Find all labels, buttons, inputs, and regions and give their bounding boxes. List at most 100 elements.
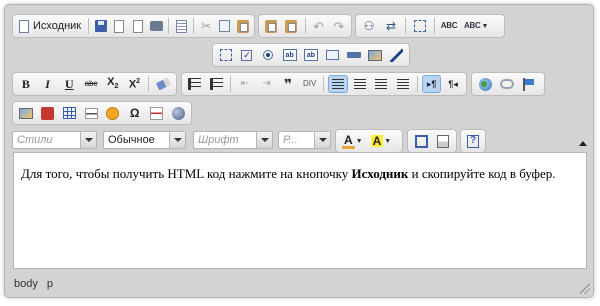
save-button[interactable] bbox=[93, 17, 109, 35]
maximize-button[interactable] bbox=[411, 132, 431, 150]
strike-button[interactable]: abc bbox=[81, 75, 101, 93]
new-page-button[interactable] bbox=[111, 17, 127, 35]
page-break-button[interactable] bbox=[147, 104, 167, 122]
italic-button[interactable]: I bbox=[38, 75, 58, 93]
unlink-button[interactable] bbox=[497, 75, 517, 93]
dropdown-arrow-icon: ▼ bbox=[355, 137, 363, 145]
page-break-icon bbox=[149, 106, 163, 120]
redo-button[interactable]: ↷ bbox=[330, 17, 348, 35]
table-button[interactable] bbox=[60, 104, 80, 122]
text-color-button[interactable]: A ▼ bbox=[339, 132, 366, 150]
separator bbox=[405, 18, 406, 34]
horizontal-rule-button[interactable] bbox=[81, 104, 101, 122]
blockquote-button[interactable]: ❞ bbox=[278, 75, 298, 93]
align-center-button[interactable] bbox=[350, 75, 370, 93]
about-button[interactable]: ? bbox=[464, 132, 482, 150]
path-item-p[interactable]: p bbox=[47, 278, 53, 290]
create-div-icon: DIV bbox=[302, 79, 317, 88]
paste-text-button[interactable] bbox=[262, 17, 280, 35]
undo-button[interactable]: ↶ bbox=[309, 17, 327, 35]
font-combo[interactable]: Шрифт bbox=[193, 131, 273, 149]
align-left-icon bbox=[332, 78, 345, 90]
create-div-button[interactable]: DIV bbox=[300, 75, 320, 93]
textfield-button[interactable]: ab bbox=[280, 46, 299, 64]
anchor-button[interactable] bbox=[519, 75, 539, 93]
remove-format-button[interactable] bbox=[153, 75, 173, 93]
rtl-button[interactable]: ¶◂ bbox=[443, 75, 463, 93]
cut-button[interactable]: ✂ bbox=[198, 17, 214, 35]
bold-button[interactable]: B bbox=[16, 75, 36, 93]
preview-button[interactable] bbox=[130, 17, 146, 35]
table-icon bbox=[62, 107, 76, 119]
numbered-list-button[interactable] bbox=[185, 75, 205, 93]
styles-combo[interactable]: Стили bbox=[12, 131, 97, 149]
subscript-button[interactable]: X2 bbox=[103, 75, 123, 93]
radio-button[interactable] bbox=[259, 46, 278, 64]
bulleted-list-button[interactable] bbox=[207, 75, 227, 93]
separator bbox=[434, 18, 435, 34]
align-right-icon bbox=[375, 78, 388, 90]
chevron-down-icon[interactable] bbox=[314, 132, 330, 148]
indent-button[interactable]: ⇥ bbox=[257, 75, 277, 93]
spellcheck-button[interactable]: ABC bbox=[439, 17, 459, 35]
spellcheck-as-you-type-button[interactable]: ABC ▼ bbox=[461, 17, 491, 35]
textarea-button[interactable]: ab bbox=[301, 46, 320, 64]
link-button[interactable] bbox=[475, 75, 495, 93]
content-text-bold: Исходник bbox=[351, 166, 409, 181]
rtl-icon: ¶◂ bbox=[448, 78, 458, 89]
templates-icon bbox=[175, 19, 187, 33]
image-button[interactable] bbox=[16, 104, 36, 122]
paste-icon bbox=[236, 19, 249, 33]
underline-button[interactable]: U bbox=[59, 75, 79, 93]
align-justify-button[interactable] bbox=[393, 75, 413, 93]
separator bbox=[416, 76, 418, 92]
collapse-toolbar-icon[interactable] bbox=[579, 141, 587, 146]
smiley-button[interactable] bbox=[103, 104, 123, 122]
help-group: ? bbox=[460, 129, 486, 153]
align-right-button[interactable] bbox=[372, 75, 392, 93]
find-button[interactable]: ⚇ bbox=[359, 17, 379, 35]
form-button[interactable] bbox=[216, 46, 235, 64]
element-path-bar: body p bbox=[5, 273, 593, 295]
ltr-icon: ▸¶ bbox=[426, 78, 437, 89]
flash-button[interactable] bbox=[38, 104, 58, 122]
subscript-icon: X2 bbox=[107, 76, 119, 91]
text-color-icon: A bbox=[342, 132, 355, 149]
outdent-button[interactable]: ⇤ bbox=[235, 75, 255, 93]
chevron-down-icon[interactable] bbox=[169, 132, 185, 148]
select-all-button[interactable] bbox=[410, 17, 430, 35]
rich-text-editor: Исходник ✂ ↶ ↷ ⚇ ⇄ ABC ABC ▼ ✓ ab ab B I… bbox=[4, 4, 594, 298]
resize-handle-icon[interactable] bbox=[580, 284, 590, 294]
checkbox-button[interactable]: ✓ bbox=[237, 46, 256, 64]
paste-word-button[interactable] bbox=[282, 17, 300, 35]
select-button[interactable] bbox=[323, 46, 342, 64]
show-blocks-icon bbox=[437, 134, 449, 148]
font-size-combo[interactable]: Р... bbox=[278, 131, 331, 149]
show-blocks-button[interactable] bbox=[433, 132, 453, 150]
spellcheck-icon: ABC bbox=[440, 21, 458, 30]
path-item-body[interactable]: body bbox=[14, 278, 38, 290]
bulleted-list-icon bbox=[209, 78, 223, 90]
unlink-icon bbox=[500, 79, 514, 89]
editing-area[interactable]: Для того, чтобы получить HTML код нажмит… bbox=[13, 152, 587, 269]
special-char-button[interactable]: Ω bbox=[125, 104, 145, 122]
smiley-icon bbox=[106, 106, 120, 120]
iframe-button[interactable] bbox=[168, 104, 188, 122]
templates-button[interactable] bbox=[173, 17, 189, 35]
superscript-button[interactable]: X2 bbox=[125, 75, 145, 93]
replace-button[interactable]: ⇄ bbox=[381, 17, 401, 35]
source-button[interactable]: Исходник bbox=[16, 17, 84, 35]
hidden-field-button[interactable] bbox=[387, 46, 406, 64]
eraser-icon bbox=[155, 77, 171, 91]
ltr-button[interactable]: ▸¶ bbox=[421, 75, 442, 93]
copy-button[interactable] bbox=[216, 17, 232, 35]
print-button[interactable] bbox=[148, 17, 164, 35]
bg-color-button[interactable]: A ▼ bbox=[368, 132, 395, 150]
format-combo[interactable]: Обычное bbox=[103, 131, 186, 149]
align-left-button[interactable] bbox=[328, 75, 349, 93]
form-button-button[interactable] bbox=[344, 46, 363, 64]
chevron-down-icon[interactable] bbox=[80, 132, 96, 148]
image-button-button[interactable] bbox=[365, 46, 384, 64]
chevron-down-icon[interactable] bbox=[256, 132, 272, 148]
paste-button[interactable] bbox=[235, 17, 251, 35]
